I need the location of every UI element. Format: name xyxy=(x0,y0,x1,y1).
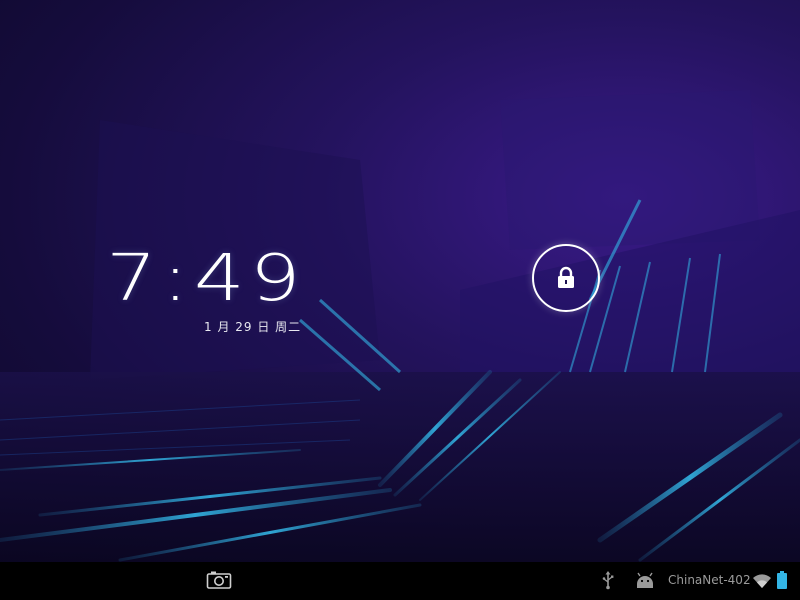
lockscreen-date: 1 月 29 日 周二 xyxy=(204,320,302,334)
camera-icon xyxy=(206,571,232,589)
battery-icon xyxy=(777,571,787,589)
usb-icon xyxy=(602,571,614,590)
camera-button[interactable] xyxy=(206,570,232,590)
lock-screen: 7:49 1 月 29 日 周二 ChinaNet-402 xyxy=(0,0,800,600)
lock-icon xyxy=(558,266,574,288)
wifi-network-name: ChinaNet-402 xyxy=(668,573,751,587)
android-debug-icon xyxy=(637,572,653,588)
wifi-icon xyxy=(753,574,771,588)
lockscreen-clock: 7:49 xyxy=(106,242,306,316)
unlock-handle[interactable] xyxy=(532,244,600,312)
